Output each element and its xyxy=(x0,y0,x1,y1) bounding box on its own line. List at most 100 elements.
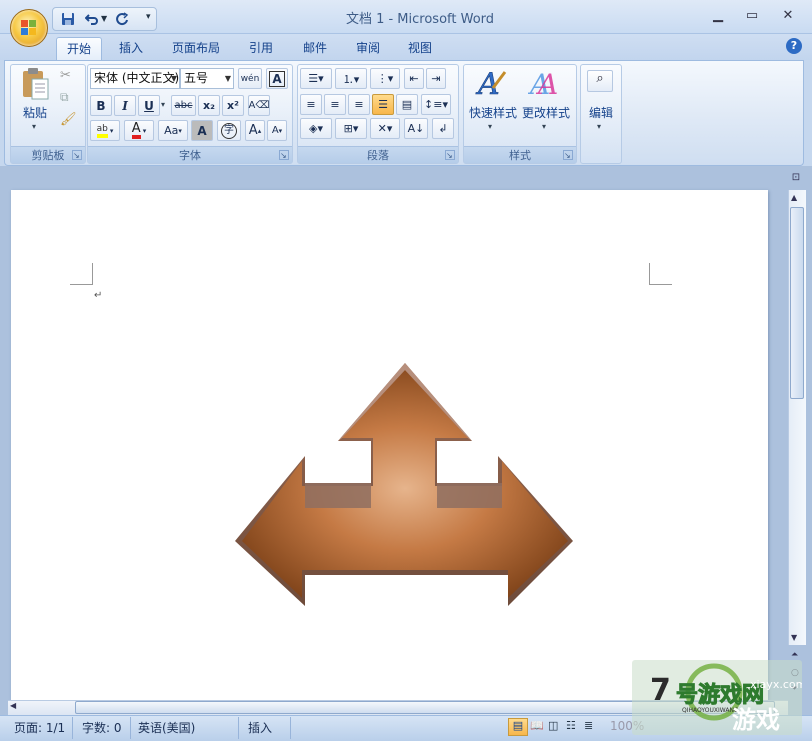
save-icon[interactable] xyxy=(58,9,78,29)
full-screen-reading-icon[interactable]: 📖 xyxy=(530,719,544,732)
character-shading-button[interactable]: A xyxy=(191,120,213,141)
change-styles-icon[interactable]: AA xyxy=(527,66,564,102)
bullets-icon[interactable]: ☰▾ xyxy=(300,68,332,89)
cut-icon[interactable]: ✂ xyxy=(60,68,71,83)
help-icon[interactable]: ? xyxy=(786,38,802,54)
font-name-value: 宋体 (中文正文) xyxy=(94,71,180,85)
editing-dropdown-icon[interactable]: ▾ xyxy=(597,122,601,131)
quick-styles-icon[interactable]: A xyxy=(475,66,511,102)
change-styles-label[interactable]: 更改样式 xyxy=(519,104,573,121)
strikethrough-button[interactable]: abc xyxy=(171,95,196,116)
tab-home[interactable]: 开始 xyxy=(56,37,103,60)
dialog-launcher-icon[interactable]: ↘ xyxy=(72,150,82,160)
chevron-down-icon[interactable]: ▼ xyxy=(225,69,231,88)
shrink-font-button[interactable]: A ▾ xyxy=(267,120,287,141)
draft-view-icon[interactable]: ≣ xyxy=(584,719,593,732)
language-indicator[interactable]: 英语(美国) xyxy=(138,719,195,736)
outline-view-icon[interactable]: ☷ xyxy=(566,719,576,732)
distributed-icon[interactable]: ▤ xyxy=(396,94,418,115)
paste-dropdown-icon[interactable]: ▾ xyxy=(32,122,36,131)
underline-button[interactable]: U xyxy=(138,95,160,116)
status-divider xyxy=(130,717,131,739)
enclose-characters-button[interactable]: 字 xyxy=(217,120,241,141)
undo-icon[interactable] xyxy=(82,9,102,29)
grow-font-label: A xyxy=(248,123,258,138)
format-painter-icon[interactable]: 🖌 xyxy=(60,112,77,127)
italic-button[interactable]: I xyxy=(114,95,136,116)
change-styles-dropdown-icon[interactable]: ▾ xyxy=(542,122,546,131)
clear-formatting-icon[interactable]: A⌫ xyxy=(248,95,270,116)
binoculars-icon[interactable]: ⌕ xyxy=(587,70,613,92)
tab-insert[interactable]: 插入 xyxy=(109,37,153,60)
font-color-icon: A xyxy=(131,122,141,139)
customize-dropdown-icon[interactable]: ▾ xyxy=(146,12,151,22)
subscript-button[interactable]: x₂ xyxy=(198,95,220,116)
show-hide-marks-icon[interactable]: ↲ xyxy=(432,118,454,139)
scroll-down-icon[interactable]: ▼ xyxy=(791,633,797,642)
dialog-launcher-icon[interactable]: ↘ xyxy=(279,150,289,160)
chinese-layout-icon[interactable]: ✕▾ xyxy=(370,118,400,139)
tab-mailings[interactable]: 邮件 xyxy=(293,37,337,60)
justify-icon[interactable]: ☰ xyxy=(372,94,394,115)
superscript-button[interactable]: x² xyxy=(222,95,244,116)
scroll-left-icon[interactable]: ◀ xyxy=(10,701,16,710)
sort-icon[interactable]: A↓ xyxy=(404,118,428,139)
svg-text:A: A xyxy=(535,68,558,100)
office-button[interactable] xyxy=(10,9,48,47)
chevron-down-icon[interactable]: ▼ xyxy=(171,69,177,88)
page-count[interactable]: 页面: 1/1 xyxy=(14,719,65,736)
redo-icon[interactable] xyxy=(112,9,132,29)
undo-dropdown-icon[interactable]: ▼ xyxy=(101,14,107,23)
increase-indent-icon[interactable]: ⇥ xyxy=(426,68,446,89)
tab-view[interactable]: 视图 xyxy=(398,37,442,60)
align-left-icon[interactable]: ≡ xyxy=(300,94,322,115)
font-name-combo[interactable]: 宋体 (中文正文) ▼ xyxy=(90,68,180,89)
window-title: 文档 1 - Microsoft Word xyxy=(345,12,495,27)
word-count[interactable]: 字数: 0 xyxy=(82,719,122,736)
vertical-scroll-thumb[interactable] xyxy=(790,207,804,399)
change-case-button[interactable]: Aa ▾ xyxy=(158,120,188,141)
highlight-button[interactable]: ab ▾ xyxy=(90,120,120,141)
quick-styles-label[interactable]: 快速样式 xyxy=(466,104,520,121)
tab-references[interactable]: 引用 xyxy=(239,37,283,60)
shading-icon[interactable]: ◈▾ xyxy=(300,118,332,139)
svg-text:xiayx.com: xiayx.com xyxy=(750,678,802,691)
align-center-icon[interactable]: ≡ xyxy=(324,94,346,115)
grow-font-button[interactable]: A ▴ xyxy=(245,120,265,141)
copy-icon[interactable]: ⧉ xyxy=(60,90,69,105)
line-spacing-icon[interactable]: ↕≡▾ xyxy=(421,94,451,115)
multilevel-list-icon[interactable]: ⋮▾ xyxy=(370,68,400,89)
borders-icon[interactable]: ⊞▾ xyxy=(335,118,367,139)
underline-dropdown-icon[interactable]: ▾ xyxy=(161,100,165,109)
phonetic-guide-button[interactable]: wén xyxy=(238,68,262,89)
minimize-icon[interactable]: ▁ xyxy=(706,8,730,26)
editing-label[interactable]: 编辑 xyxy=(582,104,620,121)
quick-styles-dropdown-icon[interactable]: ▾ xyxy=(488,122,492,131)
bold-button[interactable]: B xyxy=(90,95,112,116)
decrease-indent-icon[interactable]: ⇤ xyxy=(404,68,424,89)
status-divider xyxy=(72,717,73,739)
insert-mode[interactable]: 插入 xyxy=(248,719,272,736)
dialog-launcher-icon[interactable]: ↘ xyxy=(445,150,455,160)
align-right-icon[interactable]: ≡ xyxy=(348,94,370,115)
paragraph-group-label: 段落 xyxy=(298,146,458,163)
previous-page-icon[interactable]: ⏶ xyxy=(791,650,798,660)
web-layout-icon[interactable]: ◫ xyxy=(548,719,558,732)
scroll-up-icon[interactable]: ▲ xyxy=(791,193,797,202)
font-size-combo[interactable]: 五号 ▼ xyxy=(180,68,234,89)
character-border-button[interactable]: A xyxy=(266,68,288,89)
font-color-button[interactable]: A ▾ xyxy=(124,120,154,141)
paste-button-label[interactable]: 粘贴 xyxy=(18,104,52,121)
tab-review[interactable]: 审阅 xyxy=(346,37,390,60)
maximize-icon[interactable]: ▭ xyxy=(740,8,764,26)
site-watermark-logo: 7 号游戏网 QIHAOYOUXIWANG xiayx.com 游戏 xyxy=(632,660,806,735)
tab-page-layout[interactable]: 页面布局 xyxy=(162,37,230,60)
three-way-arrow-shape[interactable] xyxy=(230,358,580,613)
paste-icon[interactable] xyxy=(20,67,52,101)
numbering-icon[interactable]: ⒈▾ xyxy=(335,68,367,89)
close-icon[interactable]: ✕ xyxy=(776,8,800,26)
ruler-toggle-icon[interactable]: ⊡ xyxy=(788,172,804,188)
dialog-launcher-icon[interactable]: ↘ xyxy=(563,150,573,160)
highlighter-icon: ab xyxy=(96,124,108,138)
print-layout-view-icon[interactable]: ▤ xyxy=(508,718,528,736)
